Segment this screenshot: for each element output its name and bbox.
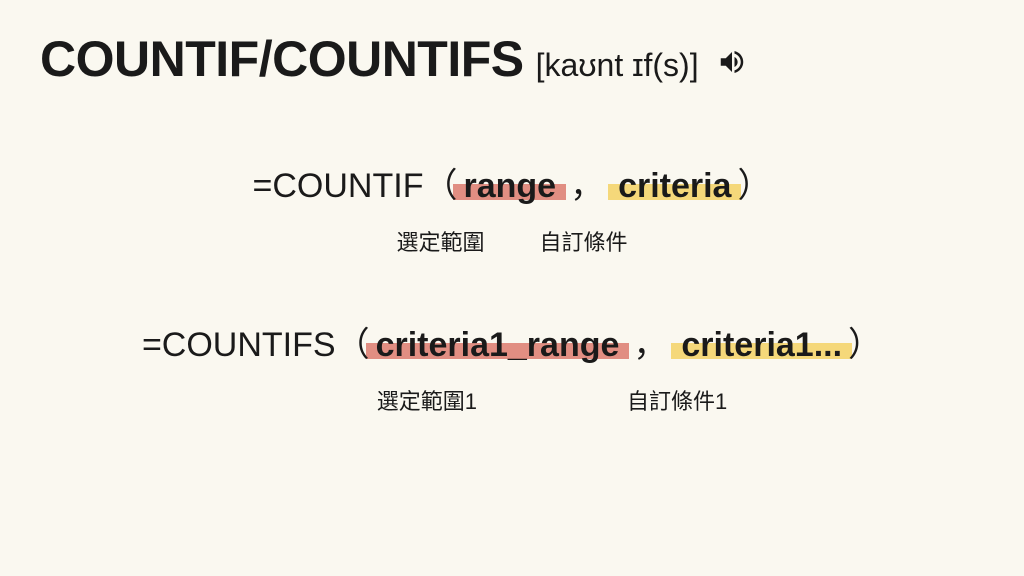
annotations-1: 選定範圍 自訂條件: [40, 225, 984, 257]
comma-sep: ，: [570, 167, 604, 205]
paren-close: ）: [737, 167, 771, 205]
speaker-icon[interactable]: [717, 47, 747, 77]
equals-sign: =: [142, 326, 162, 364]
note-criteria1: 自訂條件1: [627, 384, 727, 416]
function-name: COUNTIFS: [162, 326, 336, 364]
arg-criteria1-range: criteria1_range: [370, 326, 626, 365]
arg-range: range: [457, 167, 562, 206]
page-title: COUNTIF/COUNTIFS: [40, 30, 524, 88]
formula-line-1: =COUNTIF（range，criteria）: [253, 158, 772, 207]
note-range1: 選定範圍1: [377, 384, 477, 416]
equals-sign: =: [253, 167, 273, 205]
comma-sep: ，: [633, 326, 667, 364]
paren-close: ）: [848, 326, 882, 364]
paren-open: （: [336, 326, 370, 364]
paren-open: （: [423, 167, 457, 205]
title-header: COUNTIF/COUNTIFS [kaʊnt ɪf(s)]: [40, 30, 984, 88]
formula-countif: =COUNTIF（range，criteria） 選定範圍 自訂條件: [40, 158, 984, 257]
note-range: 選定範圍: [396, 225, 484, 257]
pronunciation-text: [kaʊnt ɪf(s)]: [536, 47, 699, 84]
annotations-2: 選定範圍1 自訂條件1: [40, 384, 984, 416]
arg-criteria: criteria: [612, 167, 737, 206]
function-name: COUNTIF: [272, 167, 423, 205]
note-criteria: 自訂條件: [540, 225, 628, 257]
formula-countifs: =COUNTIFS（criteria1_range，criteria1...） …: [40, 317, 984, 416]
arg-criteria1: criteria1...: [675, 326, 848, 365]
formula-line-2: =COUNTIFS（criteria1_range，criteria1...）: [142, 317, 882, 366]
